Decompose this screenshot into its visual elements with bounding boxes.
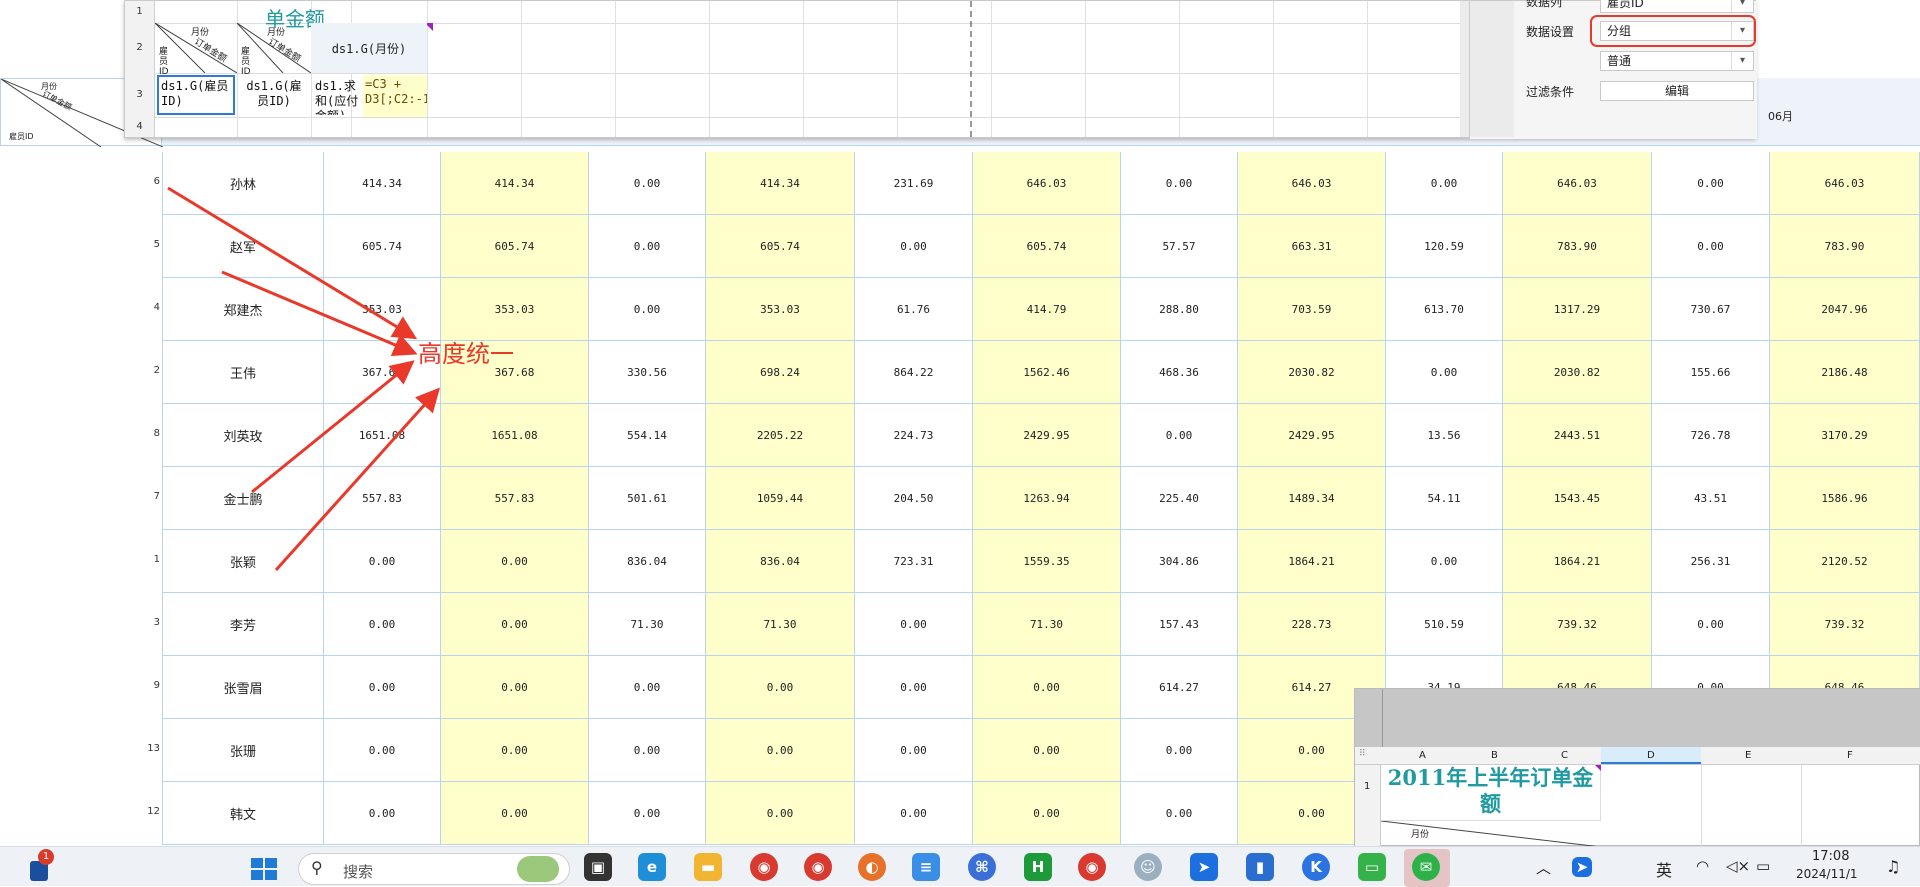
cat-app-icon[interactable]: ☺ xyxy=(1134,853,1162,881)
designer-cell-b2[interactable]: 月份 订单金额 雇员ID xyxy=(237,23,311,77)
designer-row-4: 4 xyxy=(125,117,155,137)
grid-icon: ⠿ xyxy=(1359,749,1366,759)
search-icon: ⚲ xyxy=(311,858,323,877)
firefox-icon[interactable]: ◐ xyxy=(858,853,886,881)
tray-app-icon[interactable]: ➤ xyxy=(1572,857,1592,877)
preview-row-headers: 1 xyxy=(1355,765,1381,847)
template-designer-panel: 1 2 3 4 单金额 月份 订单金额 雇员ID 月份 订单金额 雇员ID ds… xyxy=(124,0,1757,139)
k-app-icon[interactable]: K xyxy=(1302,853,1330,881)
designer-cell-c3[interactable]: ds1.求和(应付金额) xyxy=(313,77,361,115)
designer-cell-c2[interactable]: ds1.G(月份) xyxy=(311,23,427,73)
preview-col-headers: ⠿ A B C D E F xyxy=(1355,747,1920,765)
chrome-icon[interactable]: ◉ xyxy=(750,853,778,881)
notepad-icon[interactable]: ≡ xyxy=(912,853,940,881)
cell-properties-panel: 数据列 雇员ID ▾ 数据设置 分组 ▾ 普通 ▾ 过滤条件 编辑 xyxy=(1469,0,1757,139)
props-gutter xyxy=(1470,1,1514,137)
data-column-select[interactable]: 雇员ID ▾ xyxy=(1600,0,1754,13)
file-explorer-icon[interactable]: ▬ xyxy=(694,853,722,881)
wechat-icon[interactable]: ✉ xyxy=(1412,853,1440,881)
filter-label: 过滤条件 xyxy=(1526,85,1575,99)
designer-cell-b3[interactable]: ds1.G(雇员ID) xyxy=(239,77,309,115)
chevron-down-icon: ▾ xyxy=(1731,0,1753,12)
designer-cell-d3[interactable]: =C3 + D3[;C2:-1] xyxy=(363,75,427,117)
preview-toolbar xyxy=(1355,689,1920,747)
clock-date[interactable]: 2024/11/1 xyxy=(1796,867,1858,881)
preview-title: 2011年上半年订单金额 xyxy=(1381,765,1601,821)
data-setting-label: 数据设置 xyxy=(1526,25,1575,39)
wifi-icon[interactable]: ◠ xyxy=(1696,857,1709,875)
preview-window: ⠿ A B C D E F 1 2011年上半年订单金额 月份 xyxy=(1354,688,1920,847)
tray-expand-icon[interactable]: ︿ xyxy=(1536,857,1551,878)
search-highlight-image xyxy=(517,856,559,882)
annotation-label: 高度统一 xyxy=(418,340,514,368)
taskbar-search-box[interactable]: ⚲ 搜索 xyxy=(298,853,570,885)
ime-indicator[interactable]: 英 xyxy=(1656,857,1672,881)
notification-bell-icon[interactable]: ♫ xyxy=(1886,857,1900,876)
highlight-box xyxy=(1590,15,1756,47)
battery-icon[interactable]: ▭ xyxy=(1756,857,1770,875)
edge-browser-icon[interactable]: e xyxy=(638,853,666,881)
windows-taskbar: 1 ⚲ 搜索 ▣ e ▬ ◉ ◉ ◐ ≡ ⌘ H ◉ ☺ ➤ ▮ K ▭ ✉ ︿… xyxy=(0,846,1920,887)
data-column-label: 数据列 xyxy=(1526,0,1563,9)
filter-edit-button[interactable]: 编辑 xyxy=(1600,81,1754,101)
notification-badge: 1 xyxy=(38,849,54,865)
chrome-icon-2[interactable]: ◉ xyxy=(804,853,832,881)
designer-cell-a3-selected[interactable]: ds1.G(雇员ID) xyxy=(157,75,235,115)
folder-app-icon[interactable]: ▮ xyxy=(1246,853,1274,881)
windows-start-icon[interactable] xyxy=(250,857,278,881)
data-setting-sub-select[interactable]: 普通 ▾ xyxy=(1600,51,1754,71)
chrome-icon-3[interactable]: ◉ xyxy=(1078,853,1106,881)
designer-cell-a2[interactable]: 月份 订单金额 雇员ID xyxy=(155,23,237,77)
screen-app-icon[interactable]: ▭ xyxy=(1358,853,1386,881)
designer-row-1: 1 xyxy=(125,1,155,23)
feishu-icon[interactable]: ⌘ xyxy=(968,853,996,881)
designer-row-3: 3 xyxy=(125,73,155,117)
chevron-down-icon: ▾ xyxy=(1731,52,1753,70)
task-view-icon[interactable]: ▣ xyxy=(584,853,612,881)
h-app-icon[interactable]: H xyxy=(1024,853,1052,881)
volume-muted-icon[interactable]: ◁× xyxy=(1726,857,1750,875)
designer-row-2: 2 xyxy=(125,23,155,73)
arrow-app-icon[interactable]: ➤ xyxy=(1190,853,1218,881)
clock-time[interactable]: 17:08 xyxy=(1812,849,1849,864)
search-placeholder: 搜索 xyxy=(343,863,374,881)
